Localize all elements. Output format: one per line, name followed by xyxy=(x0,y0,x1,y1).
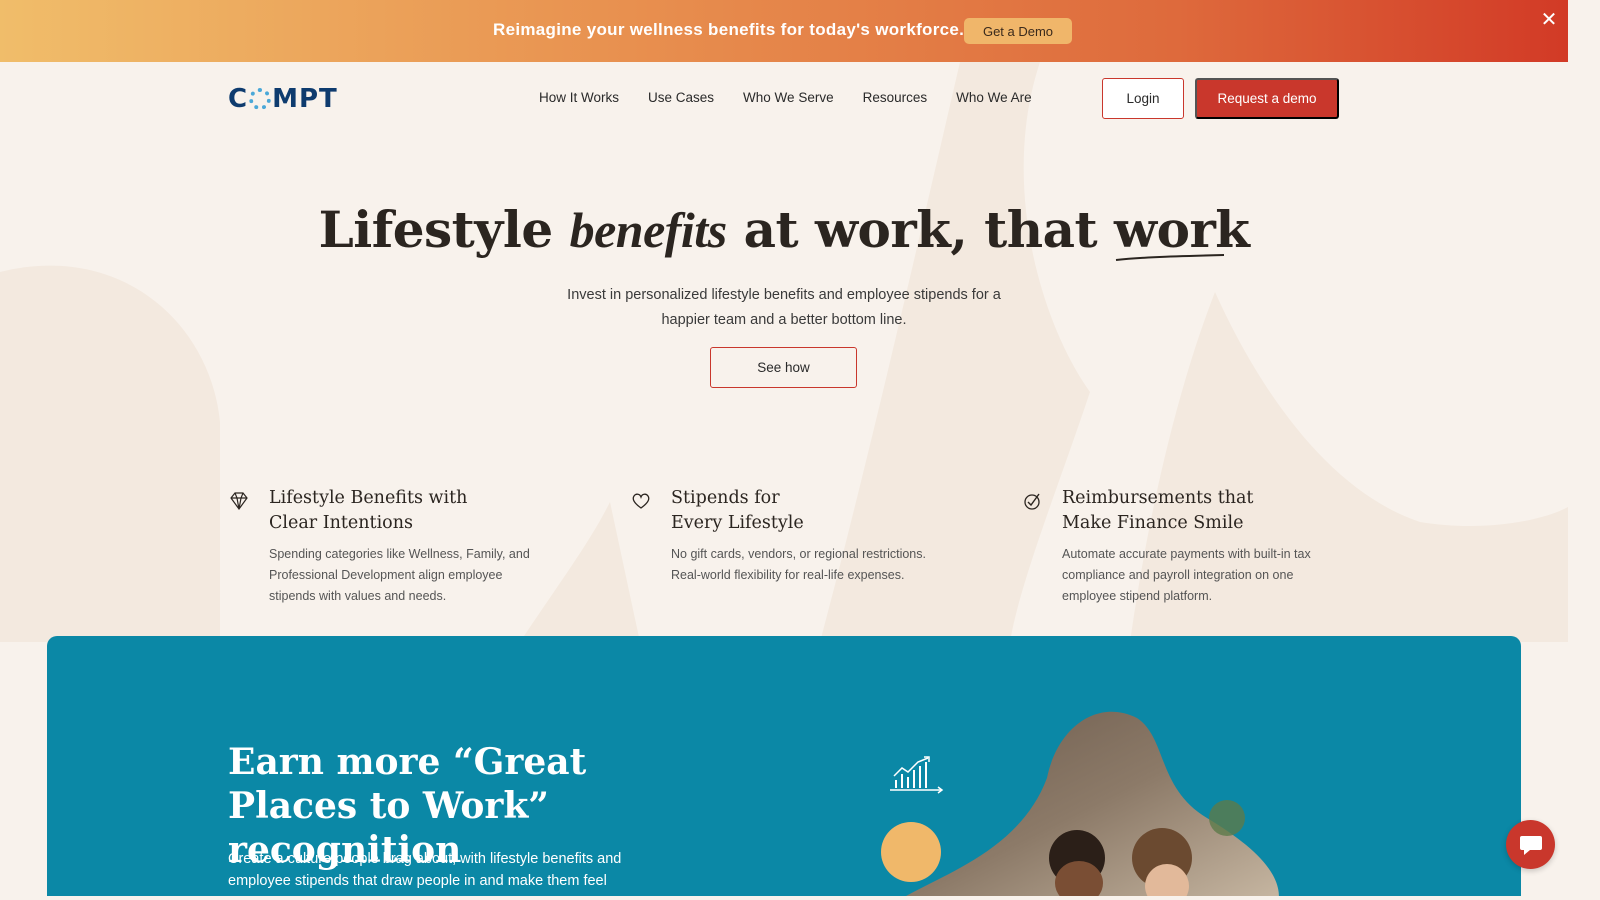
feature-title-line2: Clear Intentions xyxy=(269,513,413,533)
feature-title-line2: Make Finance Smile xyxy=(1062,513,1244,533)
feature-title-line1: Reimbursements that xyxy=(1062,488,1254,508)
feature-body: No gift cards, vendors, or regional rest… xyxy=(671,547,926,582)
heart-icon xyxy=(632,493,650,509)
feature-title: Lifestyle Benefits with Clear Intentions xyxy=(269,486,548,536)
logo-text-left: C xyxy=(228,84,249,114)
main-nav: How It Works Use Cases Who We Serve Reso… xyxy=(539,90,1061,105)
nav-who-we-serve[interactable]: Who We Serve xyxy=(743,90,834,105)
nav-resources[interactable]: Resources xyxy=(863,90,928,105)
hero-title: Lifestyle benefits at work, that work xyxy=(0,200,1568,261)
hero-title-part1: Lifestyle xyxy=(318,200,554,259)
logo-text-right: MPT xyxy=(272,84,338,114)
diamond-icon xyxy=(230,492,248,511)
hero-title-underlined-word: work xyxy=(1114,200,1250,259)
get-demo-button[interactable]: Get a Demo xyxy=(964,18,1072,44)
request-demo-button[interactable]: Request a demo xyxy=(1195,78,1339,119)
hero-title-underlined: work xyxy=(1114,200,1250,261)
feature-body: Spending categories like Wellness, Famil… xyxy=(269,547,530,603)
chat-icon-glyph xyxy=(1519,835,1542,855)
hero-subtitle: Invest in personalized lifestyle benefit… xyxy=(567,287,1001,328)
hero-title-script: benefits xyxy=(569,202,728,258)
feature-title: Reimbursements that Make Finance Smile xyxy=(1062,486,1341,536)
feature-title: Stipends for Every Lifestyle xyxy=(671,486,950,536)
nav-use-cases[interactable]: Use Cases xyxy=(648,90,714,105)
nav-who-we-are[interactable]: Who We Are xyxy=(956,90,1032,105)
recognition-body: Create a culture people brag about, with… xyxy=(228,851,622,889)
nav-how-it-works[interactable]: How It Works xyxy=(539,90,619,105)
feature-title-line1: Lifestyle Benefits with xyxy=(269,488,468,508)
feature-reimbursements: Reimbursements that Make Finance Smile A… xyxy=(1021,486,1341,607)
compt-logo[interactable]: C MPT xyxy=(228,84,338,114)
close-icon[interactable]: ✕ xyxy=(1538,8,1560,31)
announcement-bar: Reimagine your wellness benefits for tod… xyxy=(0,0,1568,62)
underline-stroke xyxy=(1115,254,1225,261)
recognition-section: Earn more “Great Places to Work” recogni… xyxy=(47,636,1521,896)
login-button[interactable]: Login xyxy=(1102,78,1184,119)
logo-ring xyxy=(249,88,272,110)
hero-title-part2: at work, that xyxy=(743,200,1098,259)
feature-lifestyle-benefits: Lifestyle Benefits with Clear Intentions… xyxy=(228,486,548,607)
decorative-dot xyxy=(881,822,941,882)
feature-stipends: Stipends for Every Lifestyle No gift car… xyxy=(630,486,950,586)
feature-title-line2: Every Lifestyle xyxy=(671,513,804,533)
feature-body: Automate accurate payments with built-in… xyxy=(1062,547,1311,603)
feature-title-line1: Stipends for xyxy=(671,488,780,508)
see-how-button[interactable]: See how xyxy=(710,347,857,388)
chat-bubble-icon[interactable] xyxy=(1506,820,1555,869)
announcement-text: Reimagine your wellness benefits for tod… xyxy=(493,20,965,39)
check-circle-icon xyxy=(1024,493,1040,510)
